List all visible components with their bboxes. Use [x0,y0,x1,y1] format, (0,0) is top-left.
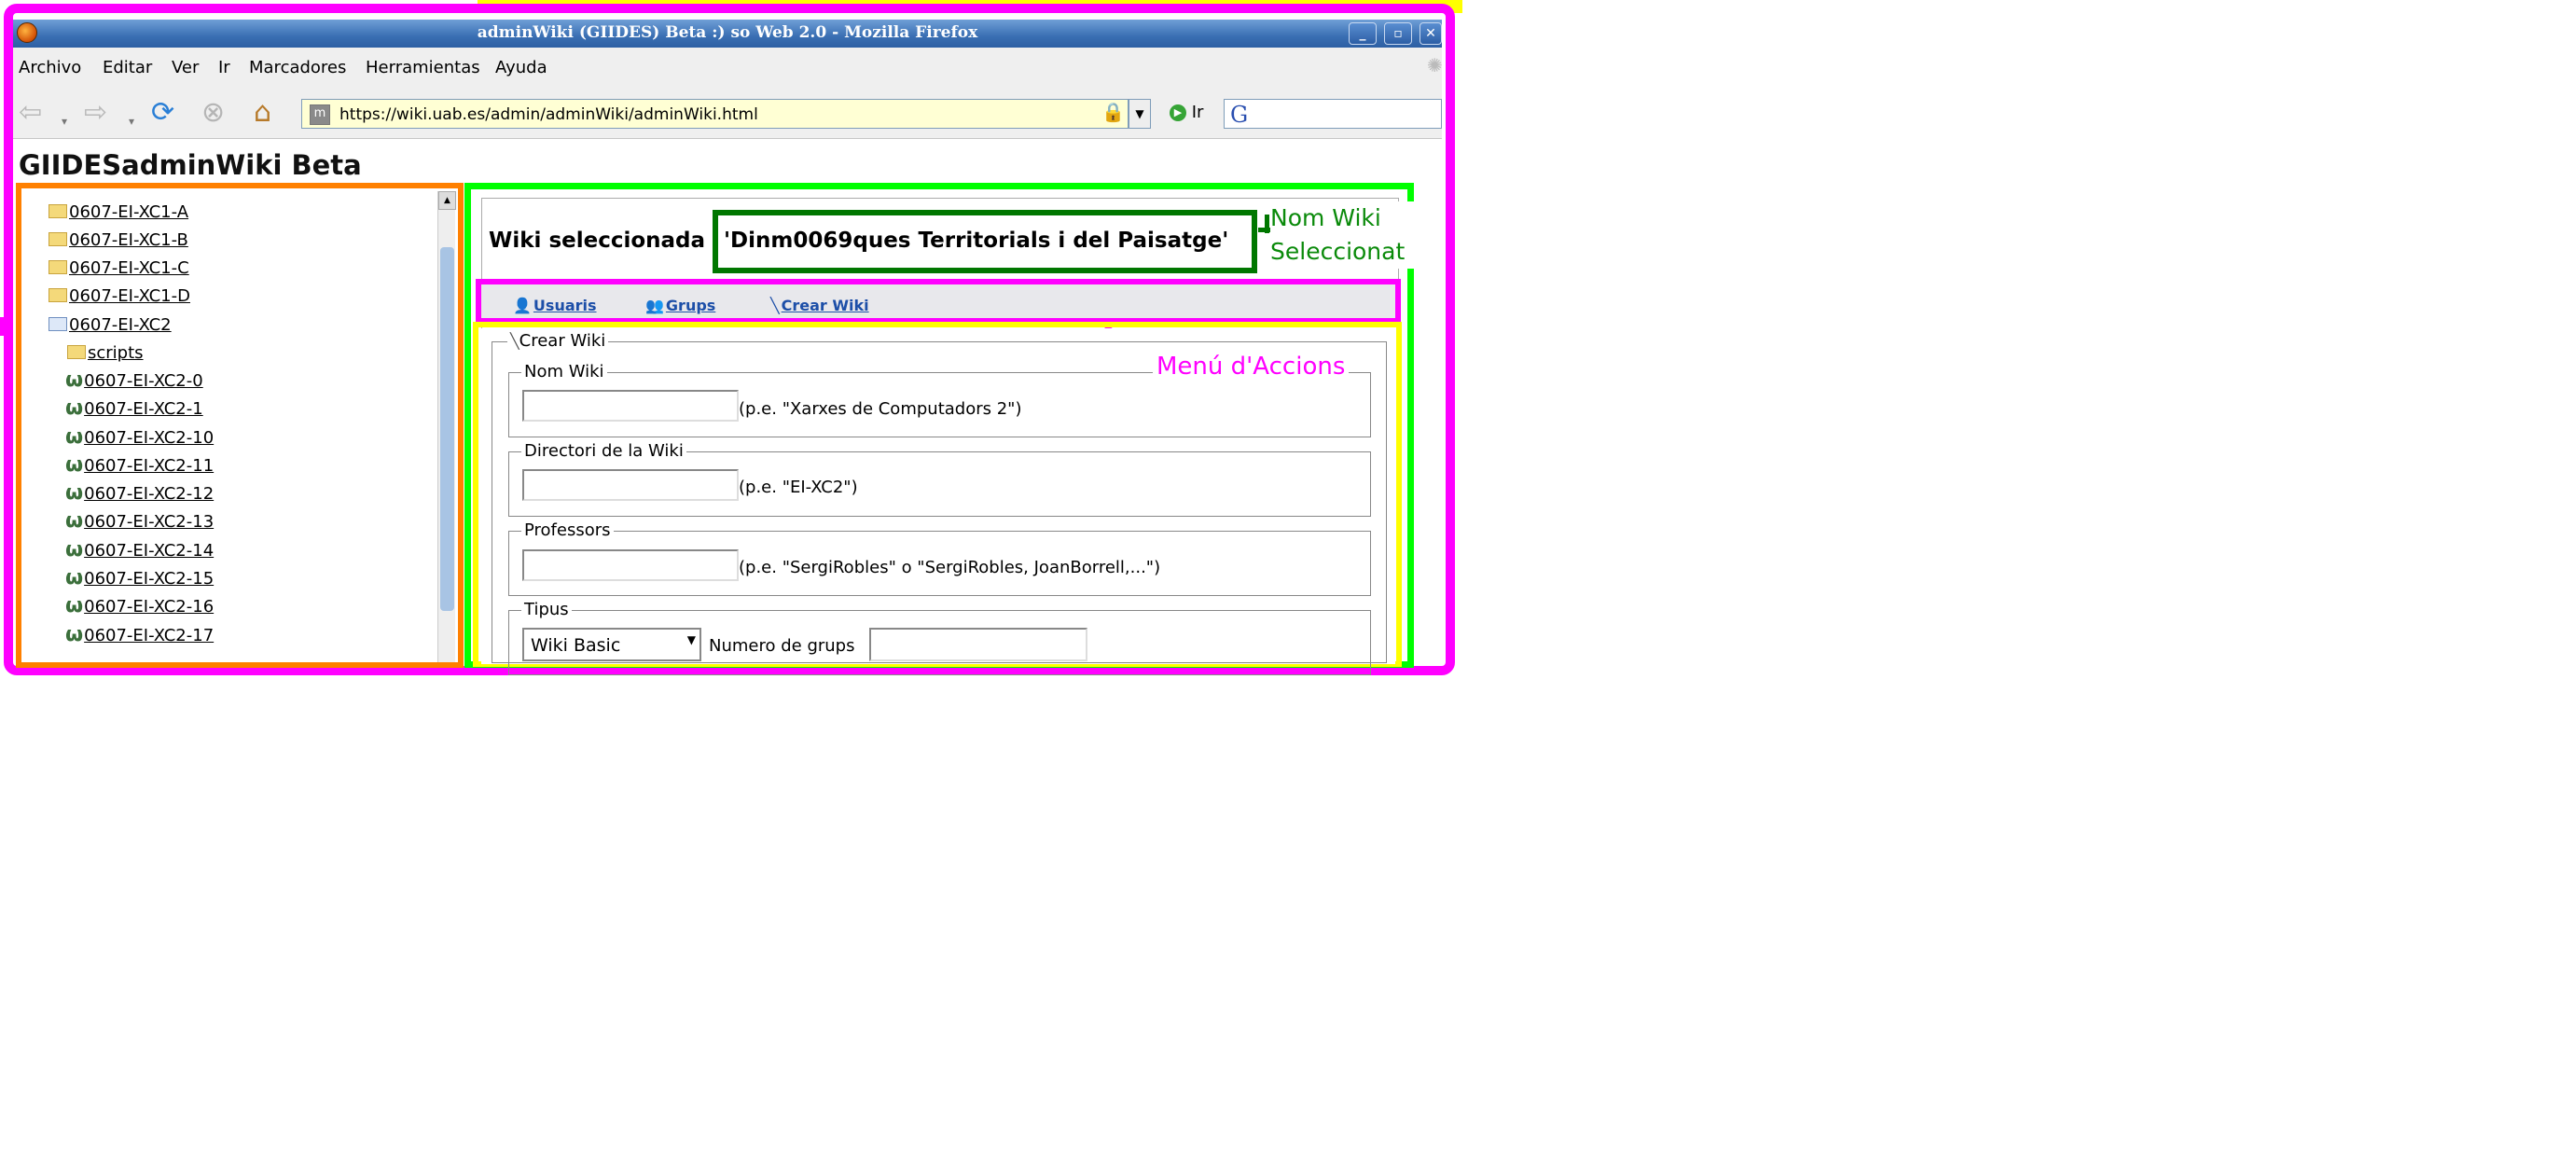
tipus-select-value: Wiki Basic [531,635,621,656]
wiki-icon: ω [65,566,84,589]
tree-item[interactable]: ω0607-EI-XC2-13 [65,509,214,533]
wiki-icon: ω [65,509,84,533]
user-icon: 👤 [513,297,532,314]
tree-item[interactable]: ω0607-EI-XC2-16 [65,594,214,617]
tree-item[interactable]: 0607-EI-XC1-D [48,286,190,306]
scroll-up-icon[interactable]: ▲ [438,191,456,210]
nom-wiki-hint: (p.e. "Xarxes de Computadors 2") [739,399,1022,419]
group-icon: 👥 [645,297,664,314]
tree-scrollbar[interactable]: ▲ [437,191,456,662]
wiki-icon: ω [65,623,84,646]
go-button[interactable]: ▶ Ir [1170,103,1226,127]
tree-item[interactable]: scripts [67,343,144,363]
folder-icon [48,232,67,246]
go-label: Ir [1191,103,1204,122]
wiki-icon: ω [65,368,84,392]
tree-item[interactable]: ω0607-EI-XC2-12 [65,481,214,505]
reload-icon[interactable]: ⟳ [151,96,174,130]
tree-item[interactable]: 0607-EI-XC2 [48,315,172,335]
numero-grups-label: Numero de grups [709,636,855,656]
directori-legend: Directori de la Wiki [521,441,686,461]
menu-herramientas[interactable]: Herramientas [366,58,480,77]
lock-icon[interactable]: 🔒 [1101,101,1125,125]
tree-item[interactable]: ω0607-EI-XC2-10 [65,425,214,449]
close-button[interactable]: ✕ [1420,22,1442,45]
directori-input[interactable] [522,469,739,501]
search-input[interactable]: G [1224,99,1442,129]
menu-ayuda[interactable]: Ayuda [495,58,547,77]
scrollbar-thumb[interactable] [440,247,454,611]
menu-marcadores[interactable]: Marcadores [249,58,346,77]
back-icon[interactable]: ⇦ [19,96,42,130]
chevron-down-icon: ▼ [686,633,696,646]
crear-wiki-button[interactable]: ╲ Crear Wiki [770,297,869,314]
menu-ir[interactable]: Ir [218,58,230,77]
annotation-nom-wiki: Nom Wiki Seleccionat [1270,201,1420,269]
professors-input[interactable] [522,549,739,581]
annotation-connector [1265,215,1269,233]
tree-item[interactable]: ω0607-EI-XC2-11 [65,453,214,477]
professors-legend: Professors [521,520,614,540]
directori-hint: (p.e. "EI-XC2") [739,478,858,497]
wiki-icon: ω [65,453,84,477]
actions-menu [476,279,1401,324]
forward-icon[interactable]: ⇨ [84,96,107,130]
menu-archivo[interactable]: Archivo [19,58,81,77]
crear-wiki-legend: ╲Crear Wiki [507,331,609,351]
google-icon: G [1230,102,1249,128]
folder-icon [48,204,67,218]
usuaris-button[interactable]: 👤 Usuaris [513,297,597,314]
wiki-icon: ω [65,594,84,617]
back-dropdown-icon[interactable]: ▾ [62,104,67,138]
wand-icon: ╲ [770,297,780,314]
window-titlebar: adminWiki (GIIDES) Beta :) so Web 2.0 - … [13,20,1442,48]
selected-wiki-label: Wiki seleccionada [489,229,706,253]
wiki-icon: ω [65,396,84,420]
annotation-menu-accions: Menú d'Accions [1153,353,1350,381]
folder-icon [48,288,67,302]
site-favicon-icon: m [310,104,330,125]
url-dropdown-button[interactable]: ▼ [1129,99,1151,129]
professors-hint: (p.e. "SergiRobles" o "SergiRobles, Joan… [739,558,1161,577]
wiki-icon: ω [65,425,84,449]
tipus-select[interactable]: Wiki Basic ▼ [522,628,701,661]
tree-item[interactable]: 0607-EI-XC1-A [48,202,188,222]
forward-dropdown-icon[interactable]: ▾ [129,104,134,138]
folder-icon [48,260,67,274]
tree-item[interactable]: ω0607-EI-XC2-14 [65,538,214,562]
tipus-legend: Tipus [521,600,572,619]
home-icon[interactable]: ⌂ [254,96,271,130]
annotation-mark [0,317,4,336]
tree-item[interactable]: ω0607-EI-XC2-17 [65,623,214,646]
tree-item[interactable]: ω0607-EI-XC2-15 [65,566,214,589]
menu-editar[interactable]: Editar [103,58,152,77]
menubar: Archivo Editar Ver Ir Marcadores Herrami… [13,48,1442,87]
menu-ver[interactable]: Ver [172,58,199,77]
wiki-icon: ω [65,481,84,505]
throbber-icon: ✺ [1427,54,1443,76]
wiki-icon: ω [65,538,84,562]
firefox-icon[interactable] [17,22,37,43]
nom-wiki-legend: Nom Wiki [521,362,607,381]
url-text[interactable]: https://wiki.uab.es/admin/adminWiki/admi… [339,105,758,124]
tree-item[interactable]: ω0607-EI-XC2-0 [65,368,203,392]
grups-button[interactable]: 👥 Grups [645,297,715,314]
tree-item[interactable]: 0607-EI-XC1-B [48,230,188,250]
stop-icon[interactable]: ⊗ [201,96,225,130]
go-icon: ▶ [1170,104,1186,121]
window-title: adminWiki (GIIDES) Beta :) so Web 2.0 - … [477,23,978,42]
tree-item[interactable]: ω0607-EI-XC2-1 [65,396,203,420]
open-folder-icon [48,317,67,331]
numero-grups-input[interactable] [869,628,1087,661]
maximize-button[interactable]: ▫ [1384,22,1412,45]
tree-item[interactable]: 0607-EI-XC1-C [48,258,189,278]
selected-wiki-name: 'Dinm0069ques Territorials i del Paisatg… [724,229,1229,253]
url-bar[interactable]: m https://wiki.uab.es/admin/adminWiki/ad… [301,99,1129,129]
folder-icon [67,345,86,359]
nom-wiki-input[interactable] [522,390,739,422]
page-title: GIIDESadminWiki Beta [19,149,362,181]
wand-icon: ╲ [510,332,519,350]
minimize-button[interactable]: _ [1349,22,1377,45]
